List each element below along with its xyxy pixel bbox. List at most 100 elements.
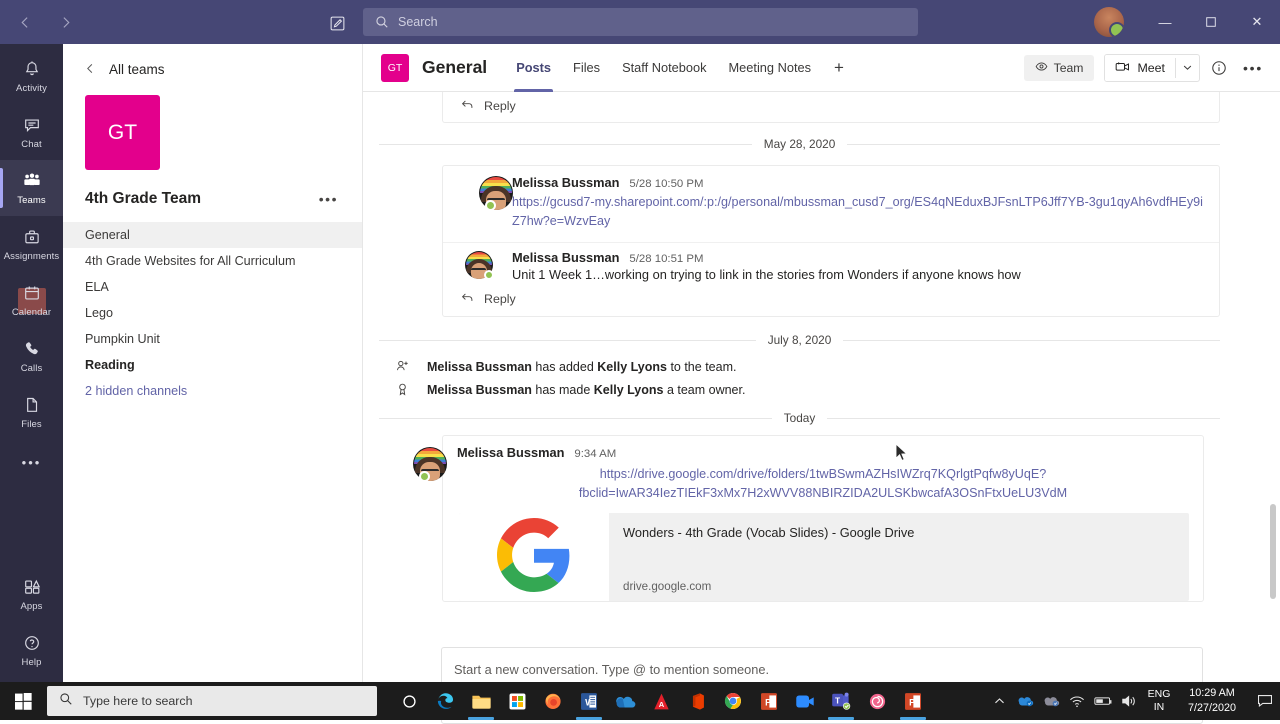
global-search-box[interactable]: Search	[363, 8, 918, 36]
close-button[interactable]: ✕	[1234, 0, 1280, 44]
tray-clock[interactable]: 10:29 AM 7/27/2020	[1176, 686, 1248, 715]
taskbar-app-firefox[interactable]	[535, 682, 571, 720]
taskbar-app-spiral[interactable]	[859, 682, 895, 720]
channel-item-reading[interactable]: Reading	[63, 352, 362, 378]
rail-item-assignments[interactable]: Assignments	[0, 216, 63, 272]
avatar[interactable]	[395, 447, 429, 481]
tray-language-indicator[interactable]: ENG IN	[1142, 688, 1176, 714]
date-separator-may-28: May 28, 2020	[379, 137, 1220, 151]
team-more-options-icon[interactable]: •••	[319, 191, 338, 207]
rail-item-apps[interactable]: Apps	[0, 566, 63, 622]
tab-meeting-notes[interactable]: Meeting Notes	[718, 44, 823, 92]
windows-start-icon[interactable]	[0, 682, 46, 720]
taskbar-app-microsoft-store[interactable]	[499, 682, 535, 720]
conversation-scrollbar-thumb[interactable]	[1270, 504, 1276, 599]
taskbar-search-placeholder: Type here to search	[83, 694, 193, 708]
channel-more-options-icon[interactable]: •••	[1238, 53, 1268, 83]
maximize-button[interactable]	[1188, 0, 1234, 44]
user-avatar[interactable]	[1094, 7, 1124, 37]
forward-arrow-icon[interactable]	[54, 11, 76, 33]
taskbar-app-microsoft-word[interactable]: W	[571, 682, 607, 720]
taskbar-app-microsoft-office[interactable]	[679, 682, 715, 720]
message-link-googledrive-line2[interactable]: fbclid=IwAR34IezTIEkF3xMx7H2xWVV88NBIRZI…	[457, 484, 1189, 503]
rail-more-apps-button[interactable]: •••	[0, 440, 63, 484]
conversation-scroll-area[interactable]: Reply May 28, 2020	[363, 92, 1280, 637]
wifi-icon[interactable]	[1064, 682, 1090, 720]
taskbar-search-box[interactable]: Type here to search	[47, 686, 377, 716]
target-name: Kelly Lyons	[594, 383, 664, 397]
tab-posts[interactable]: Posts	[505, 44, 562, 92]
rail-item-calendar[interactable]: Calendar	[0, 272, 63, 328]
channel-item-ela[interactable]: ELA	[63, 274, 362, 300]
reply-button-top[interactable]: Reply	[443, 92, 1219, 122]
meet-dropdown-caret-icon[interactable]	[1175, 58, 1199, 78]
message-timestamp: 9:34 AM	[574, 448, 616, 460]
divider-line	[847, 144, 1220, 145]
message-text: Unit 1 Week 1…working on trying to link …	[512, 266, 1203, 285]
volume-icon[interactable]	[1116, 682, 1142, 720]
all-teams-back-link[interactable]: All teams	[63, 44, 362, 77]
message-body: Melissa Bussman 9:34 AM https://drive.go…	[443, 436, 1203, 601]
taskbar-app-microsoft-powerpoint[interactable]: P	[895, 682, 931, 720]
rail-item-files[interactable]: Files	[0, 384, 63, 440]
reply-button-thread[interactable]: Reply	[443, 288, 1219, 316]
meet-button[interactable]: Meet	[1105, 55, 1175, 81]
taskbar-app-microsoft-edge[interactable]	[427, 682, 463, 720]
video-camera-icon	[1115, 60, 1130, 76]
tray-onedrive-business-icon[interactable]	[1038, 682, 1064, 720]
taskbar-app-cortana[interactable]	[391, 682, 427, 720]
taskbar-app-zoom[interactable]	[787, 682, 823, 720]
channel-item-general[interactable]: General	[63, 222, 362, 248]
actor-name: Melissa Bussman	[427, 360, 532, 374]
channel-item-lego[interactable]: Lego	[63, 300, 362, 326]
conversation-content: Reply May 28, 2020	[363, 92, 1280, 602]
clock-date: 7/27/2020	[1176, 701, 1248, 716]
back-arrow-icon[interactable]	[14, 11, 36, 33]
link-preview-body: Wonders - 4th Grade (Vocab Slides) - Goo…	[609, 513, 1189, 601]
action-center-icon[interactable]	[1250, 682, 1280, 720]
reply-arrow-icon	[461, 292, 474, 306]
divider-line	[827, 418, 1220, 419]
tab-files[interactable]: Files	[562, 44, 611, 92]
taskbar-app-microsoft-teams[interactable]: T	[823, 682, 859, 720]
rail-item-teams[interactable]: Teams	[0, 160, 63, 216]
taskbar-app-google-chrome[interactable]	[715, 682, 751, 720]
rail-item-calls[interactable]: Calls	[0, 328, 63, 384]
phone-icon	[21, 338, 43, 360]
taskbar-app-file-explorer[interactable]	[463, 682, 499, 720]
clock-time: 10:29 AM	[1176, 686, 1248, 701]
minimize-button[interactable]: —	[1142, 0, 1188, 44]
window-controls-group: — ✕	[1094, 0, 1280, 44]
team-presence-button[interactable]: Team	[1024, 55, 1095, 81]
rail-item-help[interactable]: Help	[0, 622, 63, 678]
hidden-channels-link[interactable]: 2 hidden channels	[63, 378, 362, 404]
calendar-icon	[21, 282, 43, 304]
svg-text:A: A	[658, 700, 664, 709]
taskbar-app-onedrive[interactable]	[607, 682, 643, 720]
chevron-left-icon	[85, 62, 96, 77]
message-link-sharepoint[interactable]: https://gcusd7-my.sharepoint.com/:p:/g/p…	[512, 193, 1203, 231]
message-reply-unit1: Melissa Bussman 5/28 10:51 PM Unit 1 Wee…	[443, 242, 1219, 289]
tray-expand-chevron-icon[interactable]	[986, 682, 1012, 720]
avatar[interactable]	[465, 251, 493, 279]
taskbar-app-microsoft-publisher[interactable]: P	[751, 682, 787, 720]
link-preview-card[interactable]: Wonders - 4th Grade (Vocab Slides) - Goo…	[459, 513, 1189, 601]
compose-message-icon[interactable]	[325, 11, 349, 35]
actor-name: Melissa Bussman	[427, 383, 532, 397]
taskbar-app-adobe-acrobat[interactable]: A	[643, 682, 679, 720]
battery-icon[interactable]	[1090, 682, 1116, 720]
rail-item-activity[interactable]: Activity	[0, 48, 63, 104]
channel-item-websites[interactable]: 4th Grade Websites for All Curriculum	[63, 248, 362, 274]
message-link-googledrive-line1[interactable]: https://drive.google.com/drive/folders/1…	[457, 465, 1189, 484]
team-avatar-tile[interactable]: GT	[85, 95, 160, 170]
language-line-2: IN	[1142, 701, 1176, 714]
tray-onedrive-icon[interactable]	[1012, 682, 1038, 720]
add-tab-button[interactable]: +	[822, 44, 856, 92]
tab-staff-notebook[interactable]: Staff Notebook	[611, 44, 717, 92]
channel-info-icon[interactable]	[1204, 53, 1234, 83]
avatar[interactable]	[461, 176, 495, 210]
channel-item-pumpkin-unit[interactable]: Pumpkin Unit	[63, 326, 362, 352]
windows-taskbar: Type here to search W A	[0, 682, 1280, 720]
owner-crown-icon	[391, 382, 413, 397]
rail-item-chat[interactable]: Chat	[0, 104, 63, 160]
